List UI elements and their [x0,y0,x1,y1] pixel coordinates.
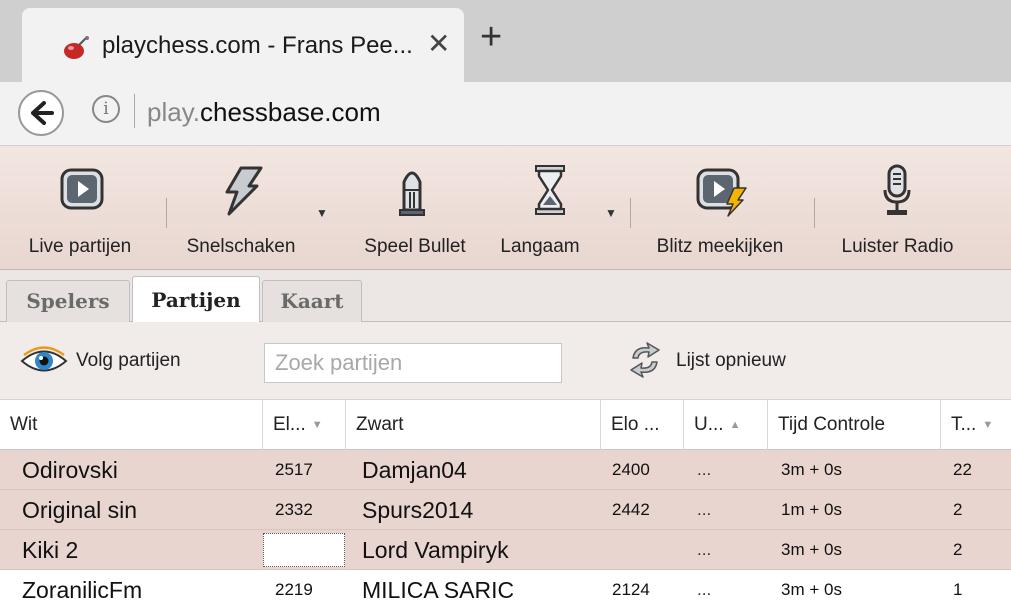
white-player-cell: Kiki 2 [22,537,79,563]
column-header-t-label: T... [951,414,977,435]
table-row[interactable]: Original sin 2332 Spurs2014 2442 ... 1m … [0,490,1011,530]
new-tab-icon[interactable]: + [480,18,502,56]
address-bar: i play.chessbase.com [0,82,1011,146]
tab-players[interactable]: Spelers [6,280,130,322]
refresh-icon[interactable] [625,340,665,380]
t-cell: 2 [953,500,963,519]
browser-tab-strip: playchess.com - Frans Pee... ✕ + [0,0,1011,82]
white-elo-cell: 2517 [275,460,313,479]
sort-ascending-icon: ▲ [729,419,741,431]
toolbar-separator [630,198,631,228]
slow-games-label: Langaam [500,236,580,257]
watch-blitz-label: Blitz meekijken [656,236,784,257]
focused-empty-elo-cell[interactable] [263,533,345,567]
table-row[interactable]: Odirovski 2517 Damjan04 2400 ... 3m + 0s… [0,450,1011,490]
t-cell: 1 [953,580,963,599]
play-screen-icon [60,168,104,210]
site-info-icon[interactable]: i [92,95,120,123]
time-control-cell: 3m + 0s [781,540,842,559]
games-table-body: Odirovski 2517 Damjan04 2400 ... 3m + 0s… [0,450,1011,610]
white-elo-cell: 2219 [275,580,313,599]
column-header-black-elo[interactable]: Elo ... [601,400,684,450]
close-tab-icon[interactable]: ✕ [427,30,450,58]
follow-games-label[interactable]: Volg partijen [76,350,181,372]
t-cell: 22 [953,460,972,479]
t-cell: 2 [953,540,963,559]
u-cell: ... [697,540,712,559]
time-control-cell: 3m + 0s [781,460,842,479]
black-elo-cell: 2400 [612,460,650,479]
black-elo-cell: 2442 [612,500,650,519]
browser-tab[interactable]: playchess.com - Frans Pee... ✕ [22,8,464,82]
search-games-input[interactable] [264,343,562,383]
bullet-button[interactable]: Speel Bullet [350,146,480,270]
screen: playchess.com - Frans Pee... ✕ + i play.… [0,0,1011,610]
black-player-cell: MILICA SARIC [362,577,515,603]
blitz-dropdown-caret-icon[interactable]: ▼ [316,206,328,220]
column-header-time-control-label: Tijd Controle [778,414,886,435]
games-action-bar: Volg partijen Lijst opnieuw [0,322,1011,400]
toolbar-separator [166,198,167,228]
black-player-cell: Lord Vampiryk [362,537,509,563]
radio-button[interactable]: Luister Radio [825,146,970,270]
column-header-white-label: Wit [10,414,38,435]
bullet-label: Speel Bullet [364,236,466,257]
play-lightning-icon [696,168,747,217]
blitz-label: Snelschaken [186,236,296,257]
section-tabs: Spelers Partijen Kaart [0,270,1011,323]
hourglass-icon [535,165,565,215]
sort-descending-icon: ▼ [982,419,994,431]
radio-label: Luister Radio [841,236,954,257]
u-cell: ... [697,580,712,599]
lightning-icon [225,166,263,216]
column-header-black-label: Zwart [356,414,404,435]
column-header-u[interactable]: U... ▲ [684,400,768,450]
chessbase-favicon-icon [64,36,89,59]
time-control-cell: 3m + 0s [781,580,842,599]
column-header-time-control[interactable]: Tijd Controle [768,400,941,450]
time-control-cell: 1m + 0s [781,500,842,519]
watch-blitz-button[interactable]: Blitz meekijken [640,146,800,270]
slow-games-dropdown-caret-icon[interactable]: ▼ [605,206,617,220]
microphone-icon [883,164,911,215]
tab-games[interactable]: Partijen [132,276,260,323]
black-elo-cell: 2124 [612,580,650,599]
column-header-t[interactable]: T... ▼ [941,400,1011,450]
address-divider [134,94,135,128]
column-header-white-elo[interactable]: El... ▼ [263,400,346,450]
eye-icon[interactable] [20,346,68,376]
column-header-white-elo-label: El... [273,414,306,435]
white-elo-cell: 2332 [275,500,313,519]
url-subdomain: play. [147,97,200,127]
table-row[interactable]: ZoranilicFm 2219 MILICA SARIC 2124 ... 3… [0,570,1011,610]
bullet-icon [399,171,425,216]
u-cell: ... [697,500,712,519]
blitz-button[interactable]: ▼ Snelschaken [176,146,328,270]
table-row[interactable]: Kiki 2 Lord Vampiryk ... 3m + 0s 2 [0,530,1011,570]
live-games-label: Live partijen [28,236,132,257]
column-header-u-label: U... [694,414,724,435]
black-player-cell: Damjan04 [362,457,467,483]
live-games-button[interactable]: Live partijen [0,146,160,270]
url-domain: chessbase.com [200,97,381,127]
black-player-cell: Spurs2014 [362,497,474,523]
slow-games-button[interactable]: ▼ Langaam [485,146,620,270]
back-arrow-icon [31,101,54,125]
column-header-black-elo-label: Elo ... [611,414,660,435]
sort-descending-icon: ▼ [311,419,323,431]
white-player-cell: Original sin [22,497,138,523]
toolbar-separator [814,198,815,228]
u-cell: ... [697,460,712,479]
refresh-list-label[interactable]: Lijst opnieuw [676,350,786,372]
column-header-black[interactable]: Zwart [346,400,601,450]
browser-tab-title: playchess.com - Frans Pee... [102,32,413,59]
url-field[interactable]: play.chessbase.com [147,97,381,128]
tab-map[interactable]: Kaart [262,280,362,322]
white-player-cell: ZoranilicFm [22,577,143,603]
app-toolbar: Live partijen ▼ Snelschaken Speel Bullet [0,146,1011,270]
white-player-cell: Odirovski [22,457,118,483]
column-header-white[interactable]: Wit [0,400,263,450]
games-table-header: Wit El... ▼ Zwart Elo ... U... ▲ Tijd Cont… [0,400,1011,450]
back-button[interactable] [18,90,64,136]
